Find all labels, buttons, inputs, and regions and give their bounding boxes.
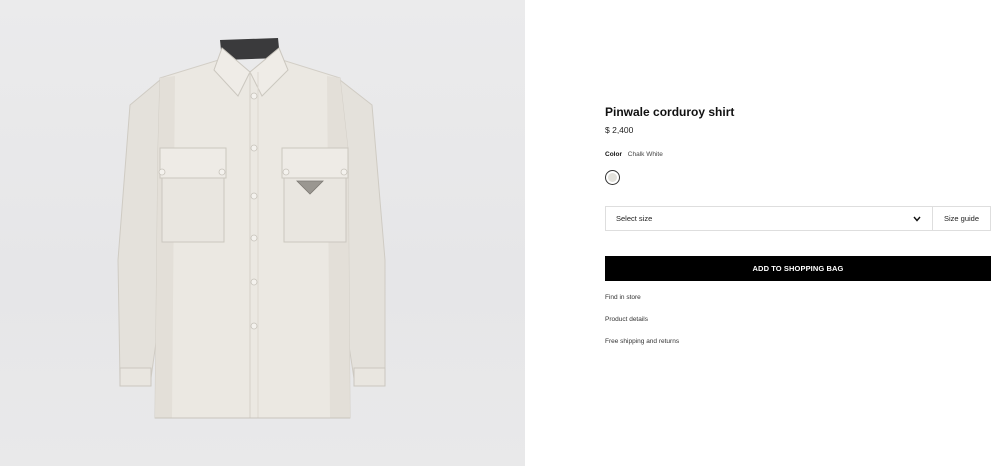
product-image-panel[interactable]: [0, 0, 525, 466]
product-title: Pinwale corduroy shirt: [605, 105, 735, 119]
shipping-returns-link[interactable]: Free shipping and returns: [605, 338, 679, 345]
swatch-fill: [608, 173, 617, 182]
chevron-down-icon: [913, 216, 921, 222]
shirt-image: [117, 38, 386, 419]
size-row: Select size Size guide: [605, 206, 991, 231]
color-label: Color: [605, 151, 622, 158]
size-select-label: Select size: [616, 214, 653, 223]
size-guide-link[interactable]: Size guide: [933, 207, 990, 230]
product-price: $ 2,400: [605, 125, 634, 135]
color-row: Color Chalk White: [605, 151, 663, 158]
color-swatch[interactable]: [605, 170, 620, 185]
size-select[interactable]: Select size: [606, 207, 933, 230]
product-details-panel: Pinwale corduroy shirt $ 2,400 Color Cha…: [605, 0, 991, 466]
color-value: Chalk White: [627, 151, 663, 158]
add-to-bag-button[interactable]: ADD TO SHOPPING BAG: [605, 256, 991, 281]
find-in-store-link[interactable]: Find in store: [605, 294, 641, 301]
product-details-link[interactable]: Product details: [605, 316, 648, 323]
